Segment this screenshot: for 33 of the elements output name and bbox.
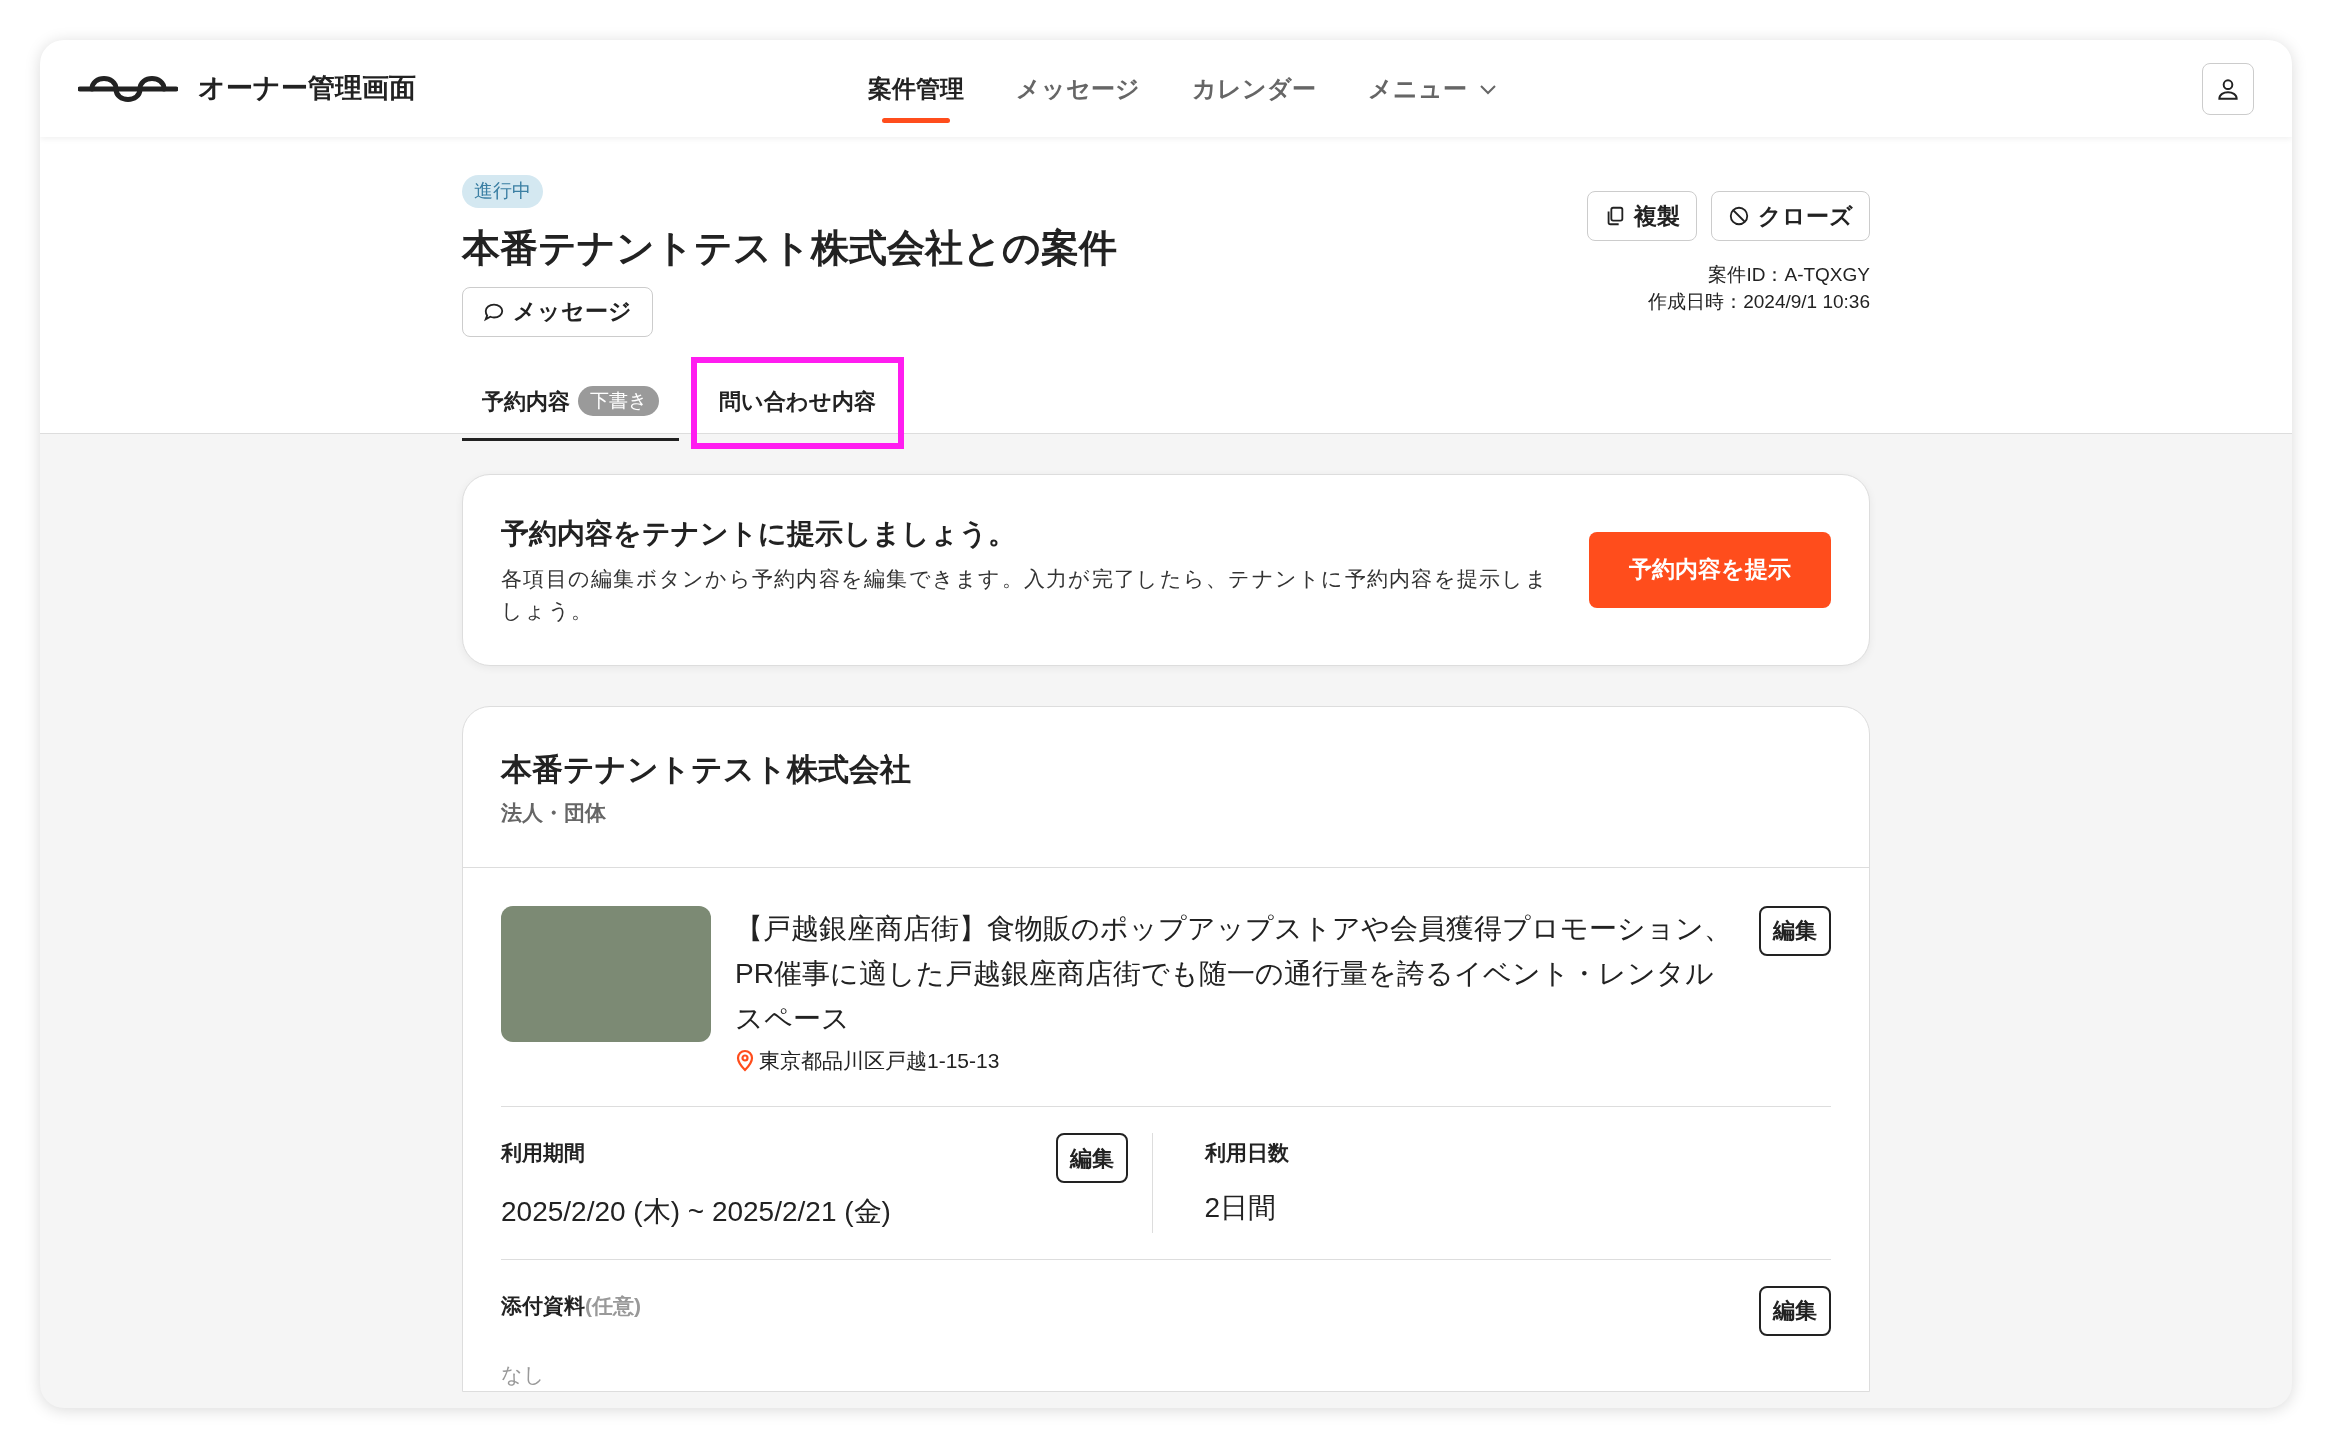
edit-button[interactable]: 編集 (1759, 905, 1831, 956)
nav-link[interactable]: メニュー (1368, 58, 1497, 119)
case-title: 本番テナントテスト株式会社との案件 (462, 225, 1117, 271)
listing-address: 東京都品川区戸越1-15-13 (759, 1047, 1000, 1074)
notice-text: 各項目の編集ボタンから予約内容を編集できます。入力が完了したら、テナントに予約内容を提示しましょう。 (501, 565, 1549, 624)
optional-note: (任意) (585, 1292, 641, 1319)
message-button[interactable]: メッセージ (462, 286, 653, 337)
edit-button[interactable]: 編集 (1055, 1133, 1128, 1183)
duplicate-button[interactable]: 複製 (1587, 191, 1697, 241)
attachments-value: なし (501, 1362, 546, 1388)
close-case-button[interactable]: クローズ (1711, 191, 1870, 241)
nav-link[interactable]: カレンダー (1192, 58, 1316, 119)
notice-heading: 予約内容をテナントに提示しましょう。 (501, 516, 1017, 551)
nav-link[interactable]: メッセージ (1016, 58, 1140, 119)
created-date: 作成日時：2024/9/1 10:36 (1648, 290, 1870, 314)
tenant-name: 本番テナントテスト株式会社 (501, 750, 912, 789)
prohibited-icon (1728, 205, 1750, 227)
period-label: 利用期間 (501, 1140, 586, 1166)
edit-button[interactable]: 編集 (1759, 1285, 1831, 1336)
case-id: 案件ID：A-TQXGY (1708, 263, 1870, 287)
listing-title: 【戸越銀座商店街】食物販のポップアップストアや会員獲得プロモーション、PR催事に適した戸越銀座商店街でも随一の通行量を誇るイベント・レンタルスペース (735, 911, 1733, 1036)
tab[interactable]: 予約内容 下書き (462, 364, 679, 441)
attachments-label: 添付資料 (501, 1292, 585, 1319)
app-title: オーナー管理画面 (198, 72, 416, 106)
user-account-button[interactable] (2202, 62, 2254, 115)
days-label: 利用日数 (1204, 1140, 1290, 1166)
tenant-type: 法人・団体 (501, 800, 607, 826)
tab[interactable]: 問い合わせ内容 (699, 364, 896, 441)
location-pin-icon (735, 1048, 755, 1073)
days-value: 2日間 (1204, 1190, 1278, 1225)
draft-badge: 下書き (578, 385, 659, 417)
status-badge: 進行中 (462, 175, 543, 208)
period-value: 2025/2/20 (木) ~ 2025/2/21 (金) (501, 1194, 891, 1229)
